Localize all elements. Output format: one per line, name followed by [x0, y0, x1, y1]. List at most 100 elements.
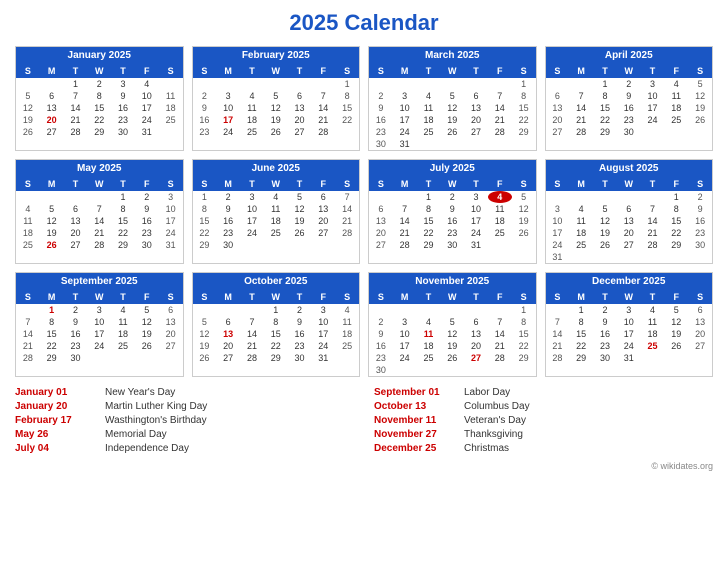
day-cell: 25	[240, 126, 264, 138]
day-header: S	[688, 177, 712, 191]
day-cell: 24	[240, 227, 264, 239]
day-cell: 28	[16, 352, 40, 364]
day-cell	[16, 78, 40, 90]
day-cell: 3	[159, 191, 183, 203]
day-cell	[335, 126, 359, 138]
day-cell: 20	[464, 340, 488, 352]
day-cell: 8	[40, 316, 64, 328]
holiday-date: November 11	[374, 415, 464, 426]
day-cell: 1	[264, 304, 288, 316]
day-cell	[546, 78, 570, 90]
day-cell	[569, 251, 593, 263]
day-cell: 10	[546, 215, 570, 227]
day-cell: 8	[335, 90, 359, 102]
day-cell: 14	[240, 328, 264, 340]
day-header: T	[593, 64, 617, 78]
day-cell: 8	[512, 316, 536, 328]
day-cell: 23	[193, 126, 217, 138]
day-header: S	[369, 177, 393, 191]
day-cell: 2	[87, 78, 111, 90]
day-cell: 8	[193, 203, 217, 215]
day-cell: 27	[64, 239, 88, 251]
day-cell: 13	[40, 102, 64, 114]
day-cell	[569, 191, 593, 203]
day-cell	[417, 78, 441, 90]
day-cell: 11	[16, 215, 40, 227]
day-cell: 10	[87, 316, 111, 328]
day-cell: 17	[617, 328, 641, 340]
day-cell: 15	[593, 102, 617, 114]
day-cell: 19	[193, 340, 217, 352]
day-cell	[512, 364, 536, 376]
day-cell: 21	[393, 227, 417, 239]
holiday-row: January 01New Year's Day	[15, 387, 354, 398]
day-header: M	[216, 177, 240, 191]
day-cell: 16	[688, 215, 712, 227]
day-cell	[311, 239, 335, 251]
day-cell: 24	[87, 340, 111, 352]
month-header: August 2025	[546, 160, 713, 177]
day-cell: 15	[512, 102, 536, 114]
day-cell	[135, 352, 159, 364]
day-cell: 1	[512, 304, 536, 316]
day-header: M	[393, 64, 417, 78]
day-cell: 5	[664, 304, 688, 316]
day-cell: 4	[417, 90, 441, 102]
day-cell: 24	[311, 340, 335, 352]
day-cell: 16	[288, 328, 312, 340]
day-cell: 28	[546, 352, 570, 364]
day-cell: 8	[111, 203, 135, 215]
day-cell: 9	[288, 316, 312, 328]
month-block: March 2025SMTWTFS12345678910111213141516…	[368, 46, 537, 151]
day-cell: 6	[40, 90, 64, 102]
day-cell: 23	[617, 114, 641, 126]
month-table: SMTWTFS123456789101112131415161718192021…	[16, 64, 183, 138]
day-cell	[240, 78, 264, 90]
day-cell: 13	[64, 215, 88, 227]
day-cell: 10	[216, 102, 240, 114]
day-cell: 29	[512, 126, 536, 138]
day-header: W	[87, 290, 111, 304]
day-cell: 2	[617, 78, 641, 90]
month-block: September 2025SMTWTFS1234567891011121314…	[15, 272, 184, 377]
day-cell: 25	[569, 239, 593, 251]
day-cell: 11	[264, 203, 288, 215]
day-cell: 7	[488, 316, 512, 328]
day-cell: 15	[193, 215, 217, 227]
day-cell	[488, 364, 512, 376]
day-header: T	[240, 290, 264, 304]
day-cell: 5	[16, 90, 40, 102]
day-cell	[617, 251, 641, 263]
day-cell: 22	[512, 114, 536, 126]
day-cell: 12	[512, 203, 536, 215]
holiday-name: New Year's Day	[105, 387, 175, 398]
month-header: February 2025	[193, 47, 360, 64]
day-header: S	[335, 290, 359, 304]
day-header: M	[216, 290, 240, 304]
day-cell: 16	[593, 328, 617, 340]
day-header: M	[569, 177, 593, 191]
day-cell: 19	[135, 328, 159, 340]
day-cell	[688, 251, 712, 263]
day-cell: 12	[16, 102, 40, 114]
day-cell	[311, 78, 335, 90]
day-cell: 9	[617, 90, 641, 102]
day-cell: 23	[369, 352, 393, 364]
month-header: January 2025	[16, 47, 183, 64]
day-cell	[641, 126, 665, 138]
day-cell: 16	[216, 215, 240, 227]
day-cell: 10	[641, 90, 665, 102]
day-cell	[240, 239, 264, 251]
day-cell	[440, 138, 464, 150]
day-cell: 31	[546, 251, 570, 263]
day-cell: 17	[240, 215, 264, 227]
month-table: SMTWTFS123456789101112131415161718192021…	[546, 290, 713, 364]
day-cell: 30	[369, 364, 393, 376]
day-cell: 2	[369, 316, 393, 328]
day-header: T	[111, 177, 135, 191]
day-cell: 21	[87, 227, 111, 239]
day-cell: 6	[159, 304, 183, 316]
day-cell: 9	[216, 203, 240, 215]
day-cell: 29	[664, 239, 688, 251]
day-cell: 16	[111, 102, 135, 114]
